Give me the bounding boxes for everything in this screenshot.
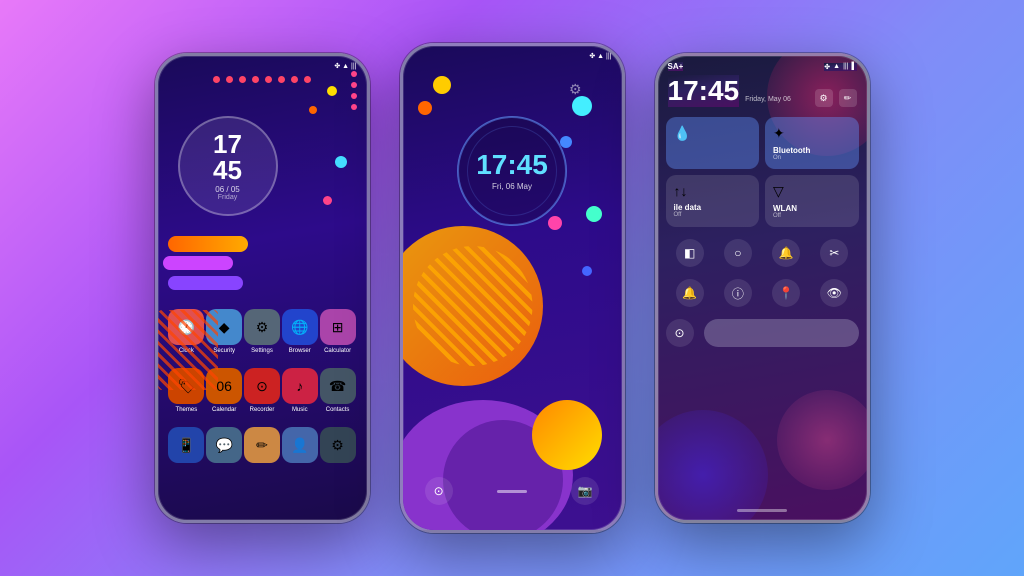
phone3-icon-row-1: ◧ ○ 🔔 ✂ [658,233,867,273]
mobiledata-icon: ↑↓ [674,183,688,199]
wlan-label: WLAN [773,204,797,213]
phone-1: ✤ ▲ ||| 17 45 06 / 05 Friday 🕐 Clock [155,53,370,523]
icon-alarm[interactable]: 🔔 [676,279,704,307]
icon-eye[interactable]: 👁 [820,279,848,307]
bt-icon: ✤ [824,63,830,71]
phone1-status-bar: ✤ ▲ ||| [158,56,367,72]
mobiledata-sub: Off [674,212,682,218]
phone1-day: Friday [218,194,237,201]
phone3-status-bar: SA+ ✤ ▲ ||| ▌ [658,56,867,73]
icon-location[interactable]: 📍 [772,279,800,307]
phone3-main-time: 17:45 [668,75,740,107]
phone3-edit-icon[interactable]: ✏ [839,89,857,107]
battery-icon: ▌ [852,63,857,70]
mobiledata-label: ile data [674,203,702,212]
app-contacts[interactable]: ☎ Contacts [320,368,356,413]
bluetooth-label: Bluetooth [773,146,810,155]
water-icon: 💧 [674,125,691,142]
phone3-status-left: SA+ [668,62,684,71]
phone2-status-icons: ✤ ▲ ||| [589,52,611,60]
icon-scissors[interactable]: ✂ [820,239,848,267]
phone1-date: 06 / 05 [215,185,239,194]
app-browser[interactable]: 🌐 Browser [282,309,318,354]
app-phone[interactable]: 📱 [168,427,204,466]
bluetooth-sub: On [773,155,781,161]
app-row-3: 📱 💬 ✏ 👤 ⚙ [168,427,357,466]
app-settings[interactable]: ⚙ Settings [244,309,280,354]
phone2-screen: ⚙ ✤ ▲ ||| 17:45 Fri, 06 May ⊙ 📷 [403,46,622,530]
brightness-slider[interactable] [704,319,859,347]
control-tile-bluetooth[interactable]: ✦ Bluetooth On [765,117,859,169]
phone1-screen: ✤ ▲ ||| 17 45 06 / 05 Friday 🕐 Clock [158,56,367,520]
phone2-home-indicator [497,490,527,493]
phone-3: SA+ ✤ ▲ ||| ▌ 17:45 Friday, May 06 ⚙ ✏ 💧 [655,53,870,523]
network-icon: ||| [843,63,848,70]
app-recorder[interactable]: ⊙ Recorder [244,368,280,413]
phone2-bottom-icon-1[interactable]: ⊙ [425,477,453,505]
phone3-icon-row-2: 🔔 ⓘ 📍 👁 [658,273,867,313]
icon-wifi[interactable]: ○ [724,239,752,267]
app-music[interactable]: ♪ Music [282,368,318,413]
bluetooth-icon: ✦ [773,125,785,142]
icon-bell[interactable]: 🔔 [772,239,800,267]
control-tile-mobiledata[interactable]: ↑↓ ile data Off [666,175,760,227]
app-notes[interactable]: ✏ [244,427,280,466]
phone-2: ⚙ ✤ ▲ ||| 17:45 Fri, 06 May ⊙ 📷 [400,43,625,533]
phone2-clock-widget: 17:45 Fri, 06 May [457,116,567,226]
phone3-control-grid: 💧 ✦ Bluetooth On ↑↓ ile data Off ▽ WLAN … [658,111,867,233]
phone1-time2: 45 [213,157,242,183]
phone3-home-indicator [737,509,787,512]
signal-icon: ▲ [833,63,840,70]
phone3-screen: SA+ ✤ ▲ ||| ▌ 17:45 Friday, May 06 ⚙ ✏ 💧 [658,56,867,520]
app-system[interactable]: ⚙ [320,427,356,466]
app-messages[interactable]: 💬 [206,427,242,466]
phone3-icon-row-3: ⊙ [658,313,867,353]
wlan-sub: Off [773,213,781,219]
wlan-icon: ▽ [773,183,784,200]
phone1-clock-widget: 17 45 06 / 05 Friday [178,116,278,216]
app-calculator[interactable]: ⊞ Calculator [320,309,356,354]
app-gallery[interactable]: 👤 [282,427,318,466]
icon-screen-rotate[interactable]: ◧ [676,239,704,267]
icon-camera[interactable]: ⊙ [666,319,694,347]
phone3-settings-row: ⚙ ✏ [815,89,857,107]
status-icons: ✤ ▲ ||| [334,62,356,70]
phone3-status-right: ✤ ▲ ||| ▌ [824,63,856,71]
phone3-date: Friday, May 06 [745,96,791,103]
phone1-time: 17 [213,131,242,157]
control-tile-wlan[interactable]: ▽ WLAN Off [765,175,859,227]
control-tile-water[interactable]: 💧 [666,117,760,169]
phone3-settings-icon[interactable]: ⚙ [815,89,833,107]
icon-info[interactable]: ⓘ [724,279,752,307]
phone2-bottom-icon-2[interactable]: 📷 [571,477,599,505]
phone2-status-bar: ✤ ▲ ||| [403,46,622,62]
